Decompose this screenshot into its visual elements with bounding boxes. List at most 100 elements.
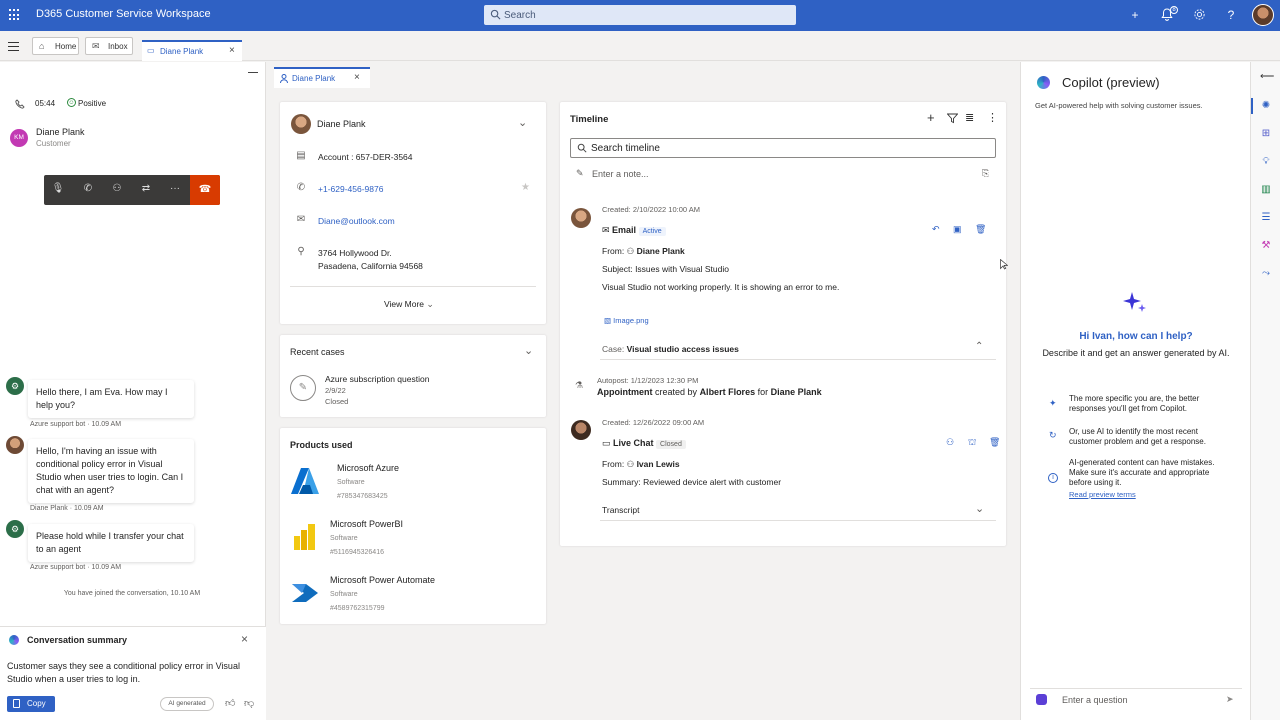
- chevron-down-icon: ⌄: [426, 299, 434, 309]
- timeline-search-input[interactable]: Search timeline: [570, 138, 996, 158]
- open-record-icon[interactable]: ▣: [953, 224, 962, 235]
- email-case-row[interactable]: Case: Visual studio access issues: [602, 344, 739, 354]
- app-launcher-icon[interactable]: [9, 9, 21, 21]
- contact-name: Diane Plank: [317, 119, 366, 129]
- livechat-from-row: From: ⚇ Ivan Lewis: [602, 459, 680, 470]
- products-used-card: Products used Microsoft Azure Software #…: [280, 428, 546, 624]
- more-vertical-icon[interactable]: ⋮: [987, 111, 998, 124]
- recent-cases-card: Recent cases ⌄ ✎ Azure subscription ques…: [280, 335, 546, 417]
- copilot-greeting-sub: Describe it and get an answer generated …: [1042, 348, 1230, 358]
- image-file-icon: ▧: [604, 316, 614, 325]
- assign-icon[interactable]: ⚇: [946, 437, 954, 448]
- contact-phone[interactable]: +1-629-456-9876: [318, 184, 383, 194]
- livechat-status-badge: Closed: [656, 440, 686, 449]
- thumbs-down-icon[interactable]: 👎︎: [244, 697, 254, 709]
- tools-icon[interactable]: ⚒: [1260, 240, 1272, 252]
- question-placeholder: Enter a question: [1062, 695, 1128, 705]
- reply-icon[interactable]: ↶: [932, 224, 940, 235]
- autopost-icon: ⚗: [575, 380, 584, 390]
- settings-gear-icon[interactable]: [1193, 8, 1206, 21]
- help-icon[interactable]: ?: [1224, 8, 1238, 22]
- livechat-from-label: From:: [602, 459, 625, 469]
- transfer-icon[interactable]: ⇄: [136, 183, 156, 194]
- chevron-down-icon[interactable]: ⌄: [518, 116, 527, 129]
- email-from-label: From:: [602, 246, 625, 256]
- sparkle-icon: [1123, 292, 1146, 312]
- transcript-toggle[interactable]: Transcript: [602, 505, 639, 515]
- global-search-input[interactable]: Search: [484, 5, 796, 25]
- for-text: for: [757, 387, 769, 397]
- delete-icon[interactable]: 🗑︎: [989, 437, 1000, 448]
- contact-email[interactable]: Diane@outlook.com: [318, 216, 395, 226]
- teams-icon[interactable]: ⊞: [1260, 128, 1272, 140]
- copilot-rail-icon[interactable]: ✺: [1260, 100, 1272, 112]
- livechat-from[interactable]: Ivan Lewis: [637, 459, 680, 469]
- tab-home[interactable]: ⌂ Home: [32, 37, 79, 55]
- chevron-up-icon[interactable]: ⌃: [975, 341, 983, 352]
- divider: [290, 286, 536, 287]
- copilot-question-input[interactable]: Enter a question ➤: [1030, 688, 1242, 710]
- preview-terms-link[interactable]: Read preview terms: [1069, 490, 1136, 499]
- tab-inbox[interactable]: ✉ Inbox: [85, 37, 133, 55]
- sentiment-label: Positive: [78, 99, 107, 108]
- menu-hamburger-icon[interactable]: [8, 42, 19, 54]
- note-input[interactable]: Enter a note...: [592, 169, 982, 179]
- case-title[interactable]: Azure subscription question: [325, 374, 429, 384]
- summary-title: Conversation summary: [27, 635, 128, 645]
- chevron-down-icon[interactable]: ⌄: [975, 502, 984, 515]
- share-icon[interactable]: ⤳: [1260, 268, 1272, 280]
- appointment-author[interactable]: Albert Flores: [700, 387, 756, 397]
- person-icon: ⚇: [626, 459, 637, 469]
- livechat-created: Created: 12/26/2022 09:00 AM: [602, 418, 705, 427]
- list-icon[interactable]: ☰: [1260, 212, 1272, 224]
- add-timeline-icon[interactable]: +: [927, 110, 935, 125]
- collapse-arrow-icon[interactable]: ⟵: [1260, 71, 1274, 83]
- copilot-greeting: Hi Ivan, how can I help?: [1079, 331, 1193, 342]
- email-from[interactable]: Diane Plank: [637, 246, 685, 256]
- send-icon[interactable]: ➤: [1226, 694, 1234, 705]
- azure-logo-icon: [291, 468, 319, 494]
- hold-call-icon[interactable]: ✆: [78, 183, 98, 194]
- delete-icon[interactable]: 🗑︎: [975, 224, 986, 235]
- product-type: Software: [330, 535, 358, 542]
- close-tab-icon[interactable]: ×: [229, 45, 235, 56]
- attach-icon[interactable]: ⎘: [982, 168, 989, 179]
- phone-icon: ✆: [296, 182, 306, 193]
- attachment-link[interactable]: ▧ Image.png: [604, 316, 649, 325]
- mail-icon: ✉: [602, 225, 613, 235]
- star-icon[interactable]: ★: [521, 182, 530, 193]
- end-call-button[interactable]: ☎: [190, 175, 220, 205]
- view-more-button[interactable]: View More ⌄: [384, 299, 434, 310]
- customer-name: Diane Plank: [36, 127, 85, 137]
- close-tab-icon[interactable]: ×: [354, 72, 360, 83]
- mute-mic-icon[interactable]: 🎙: [48, 183, 68, 194]
- email-activity-header: ✉ Email Active: [602, 225, 666, 236]
- tab-session-diane-plank[interactable]: ▭ Diane Plank ×: [142, 40, 242, 61]
- search-icon: [577, 143, 587, 153]
- copy-summary-button[interactable]: Copy: [7, 696, 55, 712]
- contact-card: Diane Plank ⌄ ▤ Account : 657-DER-3564 ✆…: [280, 102, 546, 324]
- more-options-icon[interactable]: ···: [165, 183, 185, 194]
- chevron-down-icon[interactable]: ⌄: [524, 344, 533, 357]
- product-name: Microsoft Power Automate: [330, 575, 436, 585]
- add-icon[interactable]: +: [1128, 8, 1142, 22]
- queue-icon[interactable]: ⛫: [968, 437, 976, 449]
- appointment-target[interactable]: Diane Plank: [771, 387, 822, 397]
- knowledge-bulb-icon[interactable]: 💡︎: [1260, 156, 1272, 168]
- end-call-icon: ☎: [198, 184, 212, 195]
- product-type: Software: [330, 591, 358, 598]
- user-avatar[interactable]: [1252, 4, 1274, 26]
- consult-icon[interactable]: ⚇: [107, 183, 127, 194]
- sort-list-icon[interactable]: ≣: [965, 111, 974, 124]
- book-icon[interactable]: ▥: [1260, 184, 1272, 196]
- close-summary-icon[interactable]: ×: [241, 632, 248, 646]
- filter-icon[interactable]: [947, 113, 958, 124]
- thumbs-up-icon[interactable]: 👍︎: [225, 697, 235, 709]
- minimize-icon[interactable]: [248, 72, 258, 73]
- tab-customer-profile[interactable]: Diane Plank ×: [274, 67, 370, 88]
- product-id: #785347683425: [337, 493, 388, 500]
- copilot-prompt-icon: [1036, 694, 1047, 705]
- created-by-text: created by: [655, 387, 698, 397]
- appointment-summary: Appointment created by Albert Flores for…: [597, 387, 822, 397]
- address-line-2: Pasadena, California 94568: [318, 261, 423, 271]
